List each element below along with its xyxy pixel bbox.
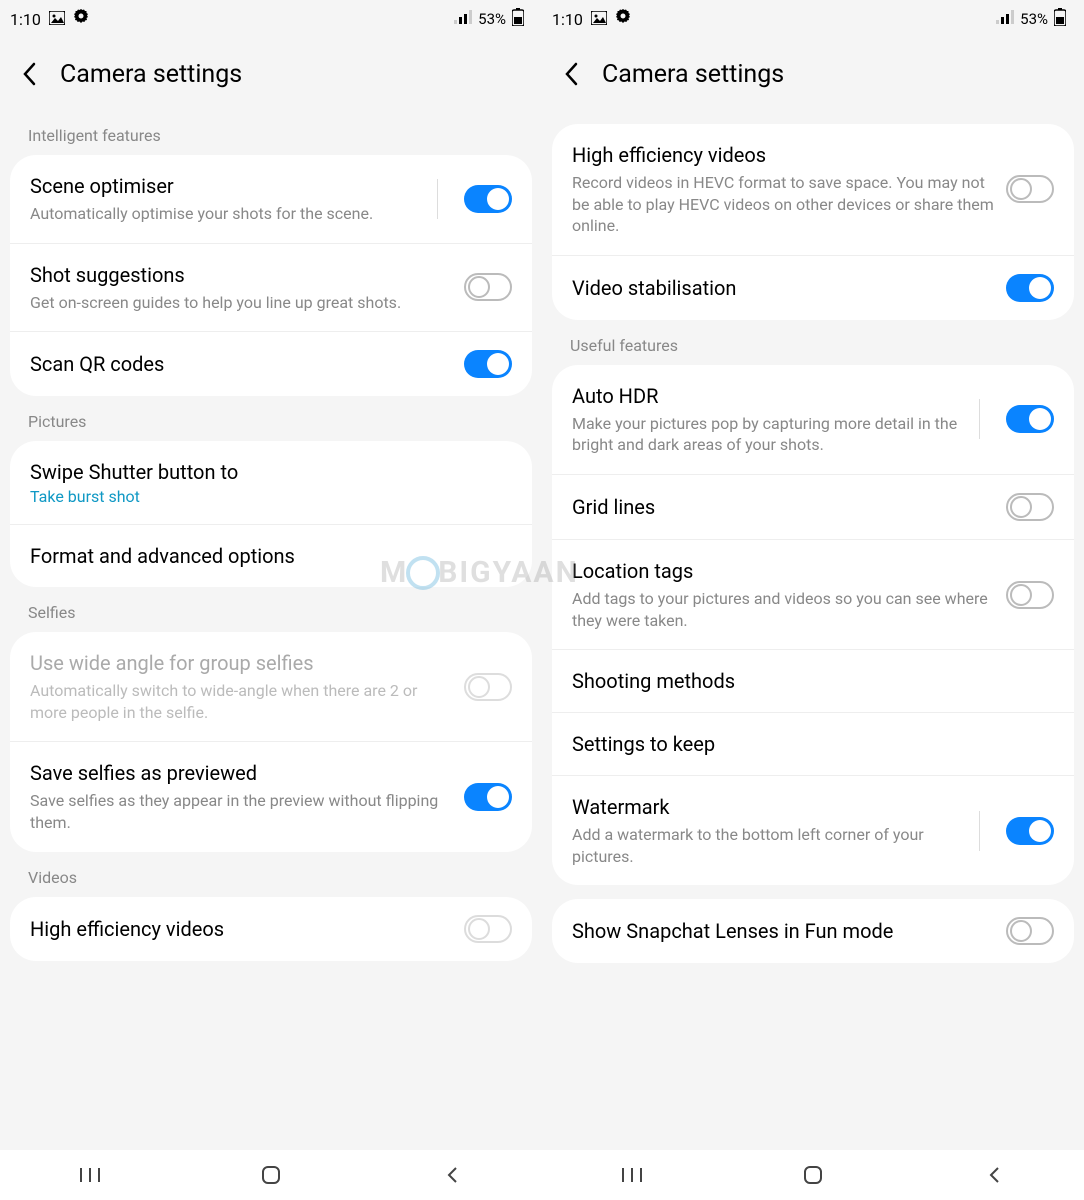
grid-title: Grid lines [572,494,994,520]
row-format[interactable]: Format and advanced options [10,524,532,587]
back-icon-r[interactable] [564,60,582,88]
shot-toggle[interactable] [464,273,512,301]
row-stabilisation[interactable]: Video stabilisation [552,255,1074,320]
hev-sub: Record videos in HEVC format to save spa… [572,172,994,237]
gear-icon-r [615,9,631,29]
shot-sub: Get on-screen guides to help you line up… [30,292,452,314]
picture-icon [49,10,65,29]
nav-back-r[interactable] [974,1160,1014,1190]
screen-right: 1:10 53% Camera settings High efficiency… [542,0,1084,1200]
row-watermark[interactable]: Watermark Add a watermark to the bottom … [552,775,1074,885]
status-time: 1:10 [10,10,41,29]
loc-sub: Add tags to your pictures and videos so … [572,588,994,631]
signal-icon [454,10,472,28]
battery-percent-r: 53% [1020,10,1048,28]
stab-toggle[interactable] [1006,274,1054,302]
wide-title: Use wide angle for group selfies [30,650,452,676]
signal-icon-r [996,10,1014,28]
snap-title: Show Snapchat Lenses in Fun mode [572,918,994,944]
nav-home[interactable] [251,1160,291,1190]
header: Camera settings [0,38,542,110]
nav-home-r[interactable] [793,1160,833,1190]
row-hev[interactable]: High efficiency videos Record videos in … [552,124,1074,255]
nav-bar-r [542,1150,1084,1200]
nav-recents-r[interactable] [612,1160,652,1190]
snap-toggle[interactable] [1006,917,1054,945]
page-title-r: Camera settings [602,60,784,89]
hdr-toggle[interactable] [1006,405,1054,433]
swipe-value: Take burst shot [30,487,512,506]
section-pictures: Pictures [0,396,542,441]
battery-icon-r [1054,8,1066,30]
stab-title: Video stabilisation [572,275,994,301]
loc-title: Location tags [572,558,994,584]
screen-left: 1:10 53% Camera settings Intelligent fea… [0,0,542,1200]
divider [437,179,438,219]
picture-icon-r [591,10,607,29]
loc-toggle[interactable] [1006,581,1054,609]
section-useful: Useful features [542,320,1084,365]
shot-title: Shot suggestions [30,262,452,288]
divider-wm [979,811,980,851]
battery-percent: 53% [478,10,506,28]
qr-toggle[interactable] [464,350,512,378]
wm-toggle[interactable] [1006,817,1054,845]
status-bar-r: 1:10 53% [542,0,1084,38]
section-intelligent: Intelligent features [0,110,542,155]
row-wide-angle[interactable]: Use wide angle for group selfies Automat… [10,632,532,741]
row-shooting[interactable]: Shooting methods [552,649,1074,712]
scene-title: Scene optimiser [30,173,421,199]
scene-sub: Automatically optimise your shots for th… [30,203,421,225]
status-time-r: 1:10 [552,10,583,29]
save-toggle[interactable] [464,783,512,811]
battery-icon [512,8,524,30]
wm-sub: Add a watermark to the bottom left corne… [572,824,963,867]
shoot-title: Shooting methods [572,668,1054,694]
nav-back[interactable] [432,1160,472,1190]
wide-toggle[interactable] [464,673,512,701]
grid-toggle[interactable] [1006,493,1054,521]
save-sub: Save selfies as they appear in the previ… [30,790,452,833]
save-title: Save selfies as previewed [30,760,452,786]
nav-bar [0,1150,542,1200]
row-qr[interactable]: Scan QR codes [10,331,532,396]
format-title: Format and advanced options [30,543,512,569]
row-snapchat[interactable]: Show Snapchat Lenses in Fun mode [552,899,1074,963]
page-title: Camera settings [60,60,242,89]
hev-title-left: High efficiency videos [30,916,452,942]
section-videos: Videos [0,852,542,897]
section-selfies: Selfies [0,587,542,632]
hdr-title: Auto HDR [572,383,963,409]
row-hdr[interactable]: Auto HDR Make your pictures pop by captu… [552,365,1074,474]
status-bar: 1:10 53% [0,0,542,38]
row-keep[interactable]: Settings to keep [552,712,1074,775]
row-hev-left[interactable]: High efficiency videos [10,897,532,961]
hev-title: High efficiency videos [572,142,994,168]
keep-title: Settings to keep [572,731,1054,757]
header-r: Camera settings [542,38,1084,110]
hdr-sub: Make your pictures pop by capturing more… [572,413,963,456]
row-grid[interactable]: Grid lines [552,474,1074,539]
wide-sub: Automatically switch to wide-angle when … [30,680,452,723]
row-save-selfies[interactable]: Save selfies as previewed Save selfies a… [10,741,532,851]
hev-toggle-left[interactable] [464,915,512,943]
nav-recents[interactable] [70,1160,110,1190]
swipe-title: Swipe Shutter button to [30,459,512,485]
back-icon[interactable] [22,60,40,88]
scene-toggle[interactable] [464,185,512,213]
row-scene-optimiser[interactable]: Scene optimiser Automatically optimise y… [10,155,532,243]
row-shot-suggestions[interactable]: Shot suggestions Get on-screen guides to… [10,243,532,332]
divider-r [979,399,980,439]
row-swipe-shutter[interactable]: Swipe Shutter button to Take burst shot [10,441,532,524]
row-location[interactable]: Location tags Add tags to your pictures … [552,539,1074,649]
qr-title: Scan QR codes [30,351,452,377]
gear-icon [73,9,89,29]
wm-title: Watermark [572,794,963,820]
hev-toggle[interactable] [1006,175,1054,203]
